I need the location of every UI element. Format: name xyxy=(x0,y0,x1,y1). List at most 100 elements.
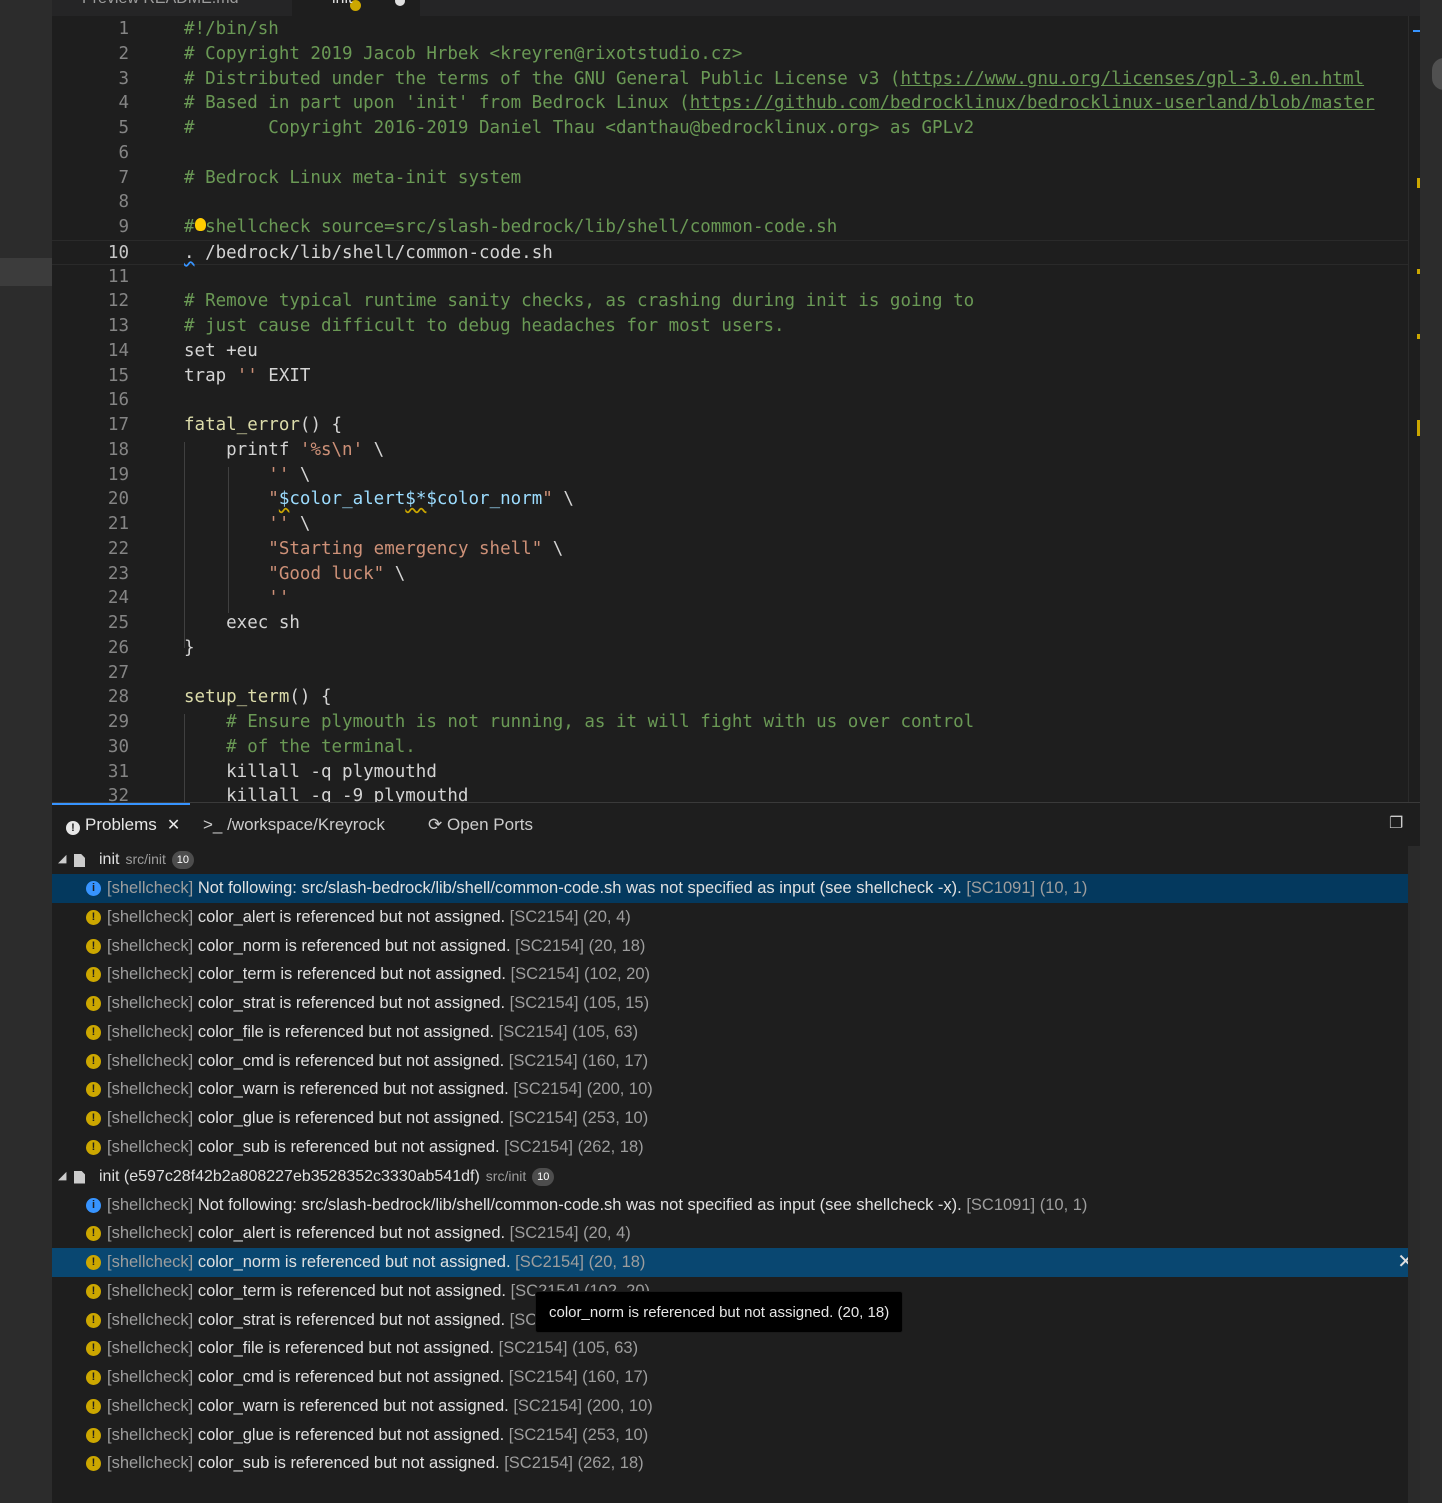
problem-row[interactable]: ! [shellcheck] color_file is referenced b… xyxy=(52,1018,1420,1047)
problem-row[interactable]: ! [shellcheck] color_sub is referenced bu… xyxy=(52,1449,1420,1478)
code-line[interactable]: 19 '' \ xyxy=(52,463,1420,488)
problem-row[interactable]: ! [shellcheck] color_glue is referenced b… xyxy=(52,1104,1420,1133)
problem-source: [shellcheck] xyxy=(107,907,194,926)
problem-code: [SC2154] xyxy=(513,1396,583,1415)
code-line[interactable]: 5 # Copyright 2016-2019 Daniel Thau <dant… xyxy=(52,116,1420,141)
problem-row[interactable]: i [shellcheck] Not following: src/slash-b… xyxy=(52,1191,1420,1220)
warning-icon: ! xyxy=(86,1341,101,1357)
problem-source: [shellcheck] xyxy=(107,1137,194,1156)
code-line[interactable]: 26} xyxy=(52,636,1420,661)
code-line[interactable]: 13 # just cause difficult to debug headac… xyxy=(52,314,1420,339)
problem-row[interactable]: ! [shellcheck] color_glue is referenced b… xyxy=(52,1421,1420,1450)
indent-guide xyxy=(228,467,229,613)
problem-message: Not following: src/slash-bedrock/lib/she… xyxy=(197,1195,962,1214)
lightbulb-icon[interactable] xyxy=(195,218,206,231)
tab-problems[interactable]: ! Problems ✕ xyxy=(66,813,180,837)
problem-code: [SC2154] xyxy=(508,1051,578,1070)
code-line[interactable]: 1 #!/bin/sh xyxy=(52,17,1420,42)
warning-icon: ! xyxy=(86,1398,101,1414)
tab-preview-readme[interactable]: Preview README.md xyxy=(66,0,306,16)
line-number: 7 xyxy=(118,167,129,188)
problem-row[interactable]: ! [shellcheck] color_warn is referenced b… xyxy=(52,1075,1420,1104)
problem-source: [shellcheck] xyxy=(107,1368,194,1386)
problem-position: (102, 20) xyxy=(583,965,651,984)
code-line[interactable]: 10 . /bedrock/lib/shell/common-code.sh xyxy=(52,239,1420,265)
code-line[interactable]: 4 # Based in part upon 'init' from Bedroc… xyxy=(52,91,1420,116)
code-line[interactable]: 27 xyxy=(52,661,1420,686)
warning-icon: ! xyxy=(86,1082,101,1098)
code-line[interactable]: 8 xyxy=(52,190,1420,215)
problem-group-header[interactable]: ◢ init (e597c28f42b2a808227eb3528352c3330… xyxy=(52,1162,1420,1190)
problem-group-header[interactable]: ◢ init src/init 10 xyxy=(52,845,1420,873)
code-line[interactable]: 9 # shellcheck source=src/slash-bedrock/l… xyxy=(52,215,1420,240)
code-line[interactable]: 11 xyxy=(52,265,1420,290)
tab-open-ports[interactable]: ⟳ Open Ports xyxy=(428,813,533,837)
code-line[interactable]: 2 # Copyright 2019 Jacob Hrbek <kreyren@r… xyxy=(52,42,1420,67)
problem-position: (160, 17) xyxy=(582,1368,649,1386)
problem-position: (10, 1) xyxy=(1039,1195,1088,1214)
problem-row[interactable]: ! [shellcheck] color_sub is referenced bu… xyxy=(52,1133,1420,1162)
account-avatar[interactable] xyxy=(1432,58,1442,90)
code-line[interactable]: 16 xyxy=(52,388,1420,413)
code-line[interactable]: 29 # Ensure plymouth is not running, as … xyxy=(52,710,1420,735)
problem-row[interactable]: ! [shellcheck] color_file is referenced b… xyxy=(52,1334,1420,1363)
code-text: # Copyright 2016-2019 Daniel Thau <danth… xyxy=(184,118,975,138)
line-number: 25 xyxy=(107,613,129,633)
activity-bar xyxy=(0,0,52,1503)
problem-count-badge: 10 xyxy=(532,1167,555,1186)
code-line[interactable]: 25 exec sh xyxy=(52,611,1420,636)
warning-icon: ! xyxy=(86,1024,101,1040)
code-line[interactable]: 14 set +eu xyxy=(52,339,1420,364)
code-line[interactable]: 22 "Starting emergency shell" \ xyxy=(52,537,1420,562)
code-line[interactable]: 17 fatal_error() { xyxy=(52,413,1420,438)
problem-row[interactable]: ! [shellcheck] color_cmd is referenced bu… xyxy=(52,1363,1420,1392)
problem-row[interactable]: ! [shellcheck] color_warn is referenced b… xyxy=(52,1392,1420,1421)
problem-row[interactable]: i [shellcheck] Not following: src/slash-b… xyxy=(52,874,1420,903)
code-line[interactable]: 6 xyxy=(52,141,1420,166)
line-number: 13 xyxy=(107,316,129,336)
code-line[interactable]: 18 printf '%s\n' \ xyxy=(52,438,1420,463)
code-line[interactable]: 32 killall -q -9 plymouthd xyxy=(52,784,1420,802)
chevron-down-icon[interactable]: ◢ xyxy=(58,845,66,873)
code-line[interactable]: 7 # Bedrock Linux meta-init system xyxy=(52,166,1420,191)
code-line[interactable]: 28 setup_term() { xyxy=(52,685,1420,710)
code-line[interactable]: 15 trap '' EXIT xyxy=(52,364,1420,389)
problem-row[interactable]: ! [shellcheck] color_alert is referenced … xyxy=(52,903,1420,932)
code-line[interactable]: 12 # Remove typical runtime sanity checks… xyxy=(52,289,1420,314)
code-line[interactable]: 31 killall -q plymouthd xyxy=(52,760,1420,785)
code-line[interactable]: 3 # Distributed under the terms of the GN… xyxy=(52,67,1420,92)
tab-terminal[interactable]: >_ /workspace/Kreyrock xyxy=(203,813,385,837)
line-number: 28 xyxy=(107,687,129,708)
code-text: "$color_alert$*$color_norm" \ xyxy=(268,489,574,510)
code-text: . /bedrock/lib/shell/common-code.sh xyxy=(184,242,553,263)
code-line[interactable]: 24 '' xyxy=(52,586,1420,611)
code-line[interactable]: 21 '' \ xyxy=(52,512,1420,537)
chevron-down-icon[interactable]: ◢ xyxy=(58,1162,66,1190)
problem-code: [SC1091] xyxy=(966,1195,1036,1214)
close-icon[interactable]: ✕ xyxy=(167,817,180,834)
problem-row[interactable]: ! [shellcheck] color_cmd is referenced bu… xyxy=(52,1047,1420,1076)
problem-source: [shellcheck] xyxy=(107,1051,194,1070)
problem-row[interactable]: ! [shellcheck] color_norm is referenced b… xyxy=(52,1248,1420,1277)
problem-source: [shellcheck] xyxy=(107,879,194,897)
code-text: # just cause difficult to debug headache… xyxy=(184,316,785,336)
overview-ruler[interactable] xyxy=(1408,16,1421,802)
problem-source: [shellcheck] xyxy=(107,1109,194,1127)
panel-scrollbar[interactable] xyxy=(1408,846,1420,1503)
problem-row[interactable]: ! [shellcheck] color_alert is referenced … xyxy=(52,1219,1420,1248)
restore-panel-icon[interactable]: ❐ xyxy=(1389,813,1407,832)
code-line[interactable]: 23 "Good luck" \ xyxy=(52,562,1420,587)
problem-row[interactable]: ! [shellcheck] color_term is referenced b… xyxy=(52,960,1420,989)
problem-code: [SC2154] xyxy=(504,1454,573,1473)
tab-init[interactable]: init xyxy=(292,0,420,16)
code-editor[interactable]: 1 #!/bin/sh 2 # Copyright 2019 Jacob Hrbek … xyxy=(52,16,1420,802)
code-line[interactable]: 30 # of the terminal. xyxy=(52,735,1420,760)
unsaved-dot-icon[interactable] xyxy=(395,0,405,6)
line-number: 4 xyxy=(118,93,129,114)
line-number: 20 xyxy=(107,489,129,510)
problem-row[interactable]: ! [shellcheck] color_norm is referenced b… xyxy=(52,932,1420,961)
problem-source: [shellcheck] xyxy=(107,994,194,1012)
activity-bar-active-item[interactable] xyxy=(0,258,52,286)
code-line[interactable]: 20 "$color_alert$*$color_norm" \ xyxy=(52,487,1420,512)
problem-row[interactable]: ! [shellcheck] color_strat is referenced … xyxy=(52,989,1420,1018)
